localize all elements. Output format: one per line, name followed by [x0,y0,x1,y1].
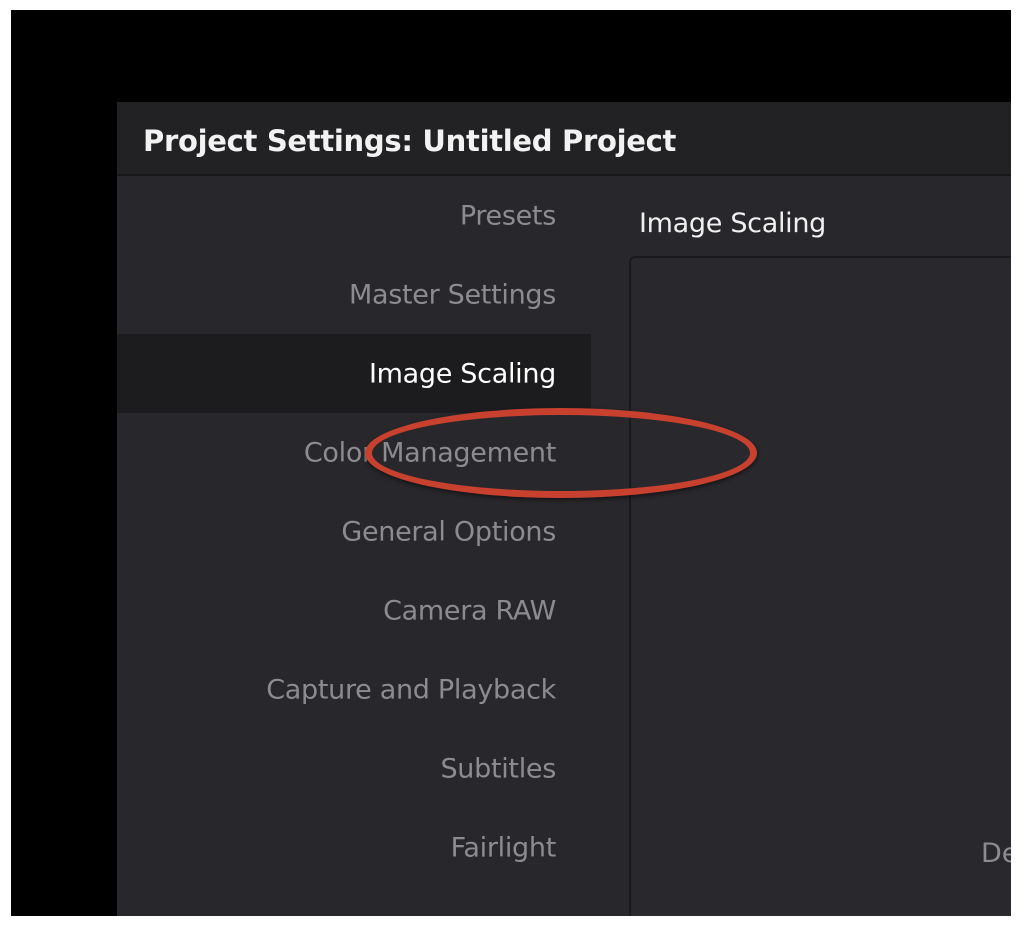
dialog-title: Project Settings: Untitled Project [143,124,677,158]
clipped-setting-label: De [981,838,1011,869]
sidebar-item-label: General Options [341,516,556,547]
sidebar-item-presets[interactable]: Presets [117,176,591,255]
sidebar-item-camera-raw[interactable]: Camera RAW [117,571,591,650]
sidebar-item-label: Presets [459,200,556,231]
project-settings-dialog: Project Settings: Untitled Project Prese… [117,102,1011,916]
sidebar-item-master-settings[interactable]: Master Settings [117,255,591,334]
sidebar-item-fairlight[interactable]: Fairlight [117,808,591,887]
screenshot-frame: Project Settings: Untitled Project Prese… [11,10,1011,916]
sidebar-item-capture-and-playback[interactable]: Capture and Playback [117,650,591,729]
settings-sidebar: Presets Master Settings Image Scaling Co… [117,176,591,916]
sidebar-item-subtitles[interactable]: Subtitles [117,729,591,808]
settings-content-panel [629,256,1011,916]
dialog-title-bar[interactable]: Project Settings: Untitled Project [117,102,1011,176]
sidebar-item-label: Master Settings [348,279,556,310]
sidebar-item-image-scaling[interactable]: Image Scaling [117,334,591,413]
section-title: Image Scaling [639,208,827,239]
sidebar-item-color-management[interactable]: Color Management [117,413,591,492]
sidebar-item-label: Camera RAW [383,595,556,626]
sidebar-item-label: Image Scaling [368,358,556,389]
sidebar-item-label: Fairlight [450,832,557,863]
sidebar-item-general-options[interactable]: General Options [117,492,591,571]
sidebar-item-label: Subtitles [440,753,556,784]
sidebar-item-label: Capture and Playback [266,674,556,705]
sidebar-item-label: Color Management [303,437,556,468]
